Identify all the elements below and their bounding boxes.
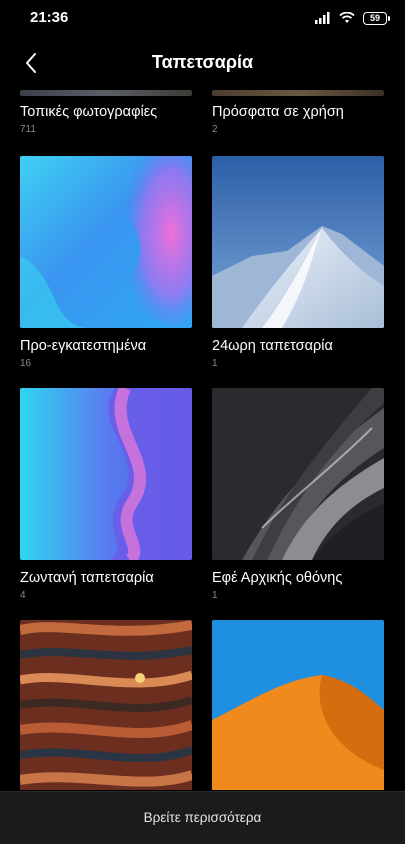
category-label: Προ-εγκατεστημένα	[20, 338, 147, 354]
category-home-screen-effects[interactable]: Εφέ Αρχικής οθόνης 1	[212, 388, 384, 602]
category-24h-wallpaper[interactable]: 24ωρη ταπετσαρία 1	[212, 156, 384, 370]
category-label: Ζωντανή ταπετσαρία	[20, 570, 154, 586]
preinstalled-thumbnail	[20, 156, 192, 328]
category-label: Εφέ Αρχικής οθόνης	[212, 570, 343, 586]
local-photos-thumbnail	[20, 90, 192, 96]
live-wallpaper-thumbnail	[20, 388, 192, 560]
category-count: 16	[20, 358, 32, 369]
category-label: Τοπικές φωτογραφίες	[20, 104, 158, 120]
category-count: 711	[20, 124, 36, 135]
header: Ταπετσαρία	[0, 36, 405, 90]
wifi-icon	[339, 12, 355, 23]
home-screen-effects-thumbnail	[212, 388, 384, 560]
category-live-wallpaper[interactable]: Ζωντανή ταπετσαρία 4	[20, 388, 192, 602]
wallpaper-item[interactable]	[212, 620, 384, 790]
wallpaper-thumbnail	[20, 620, 192, 790]
recently-used-thumbnail	[212, 90, 384, 96]
signal-icon	[315, 12, 330, 24]
category-preinstalled[interactable]: Προ-εγκατεστημένα 16	[20, 156, 192, 370]
status-bar: 21:36 59	[0, 0, 405, 36]
wallpaper-thumbnail	[212, 620, 384, 790]
24h-wallpaper-thumbnail	[212, 156, 384, 328]
footer-bar: Βρείτε περισσότερα	[0, 791, 405, 844]
category-count: 1	[212, 590, 218, 601]
page-title: Ταπετσαρία	[151, 52, 254, 72]
category-local-photos[interactable]: Τοπικές φωτογραφίες 711	[20, 90, 192, 138]
status-time: 21:36	[30, 9, 69, 26]
wallpaper-categories: Τοπικές φωτογραφίες 711 Πρόσφατα σε χρήσ…	[0, 90, 405, 790]
category-count: 1	[212, 358, 218, 369]
category-label: 24ωρη ταπετσαρία	[212, 338, 333, 354]
battery-icon: 59	[363, 11, 390, 25]
wallpaper-item[interactable]	[20, 620, 192, 790]
category-count: 2	[212, 124, 218, 135]
category-count: 4	[20, 590, 26, 601]
category-label: Πρόσφατα σε χρήση	[212, 104, 344, 120]
find-more-button[interactable]: Βρείτε περισσότερα	[0, 810, 405, 825]
status-icons: 59	[315, 10, 390, 26]
category-recently-used[interactable]: Πρόσφατα σε χρήση 2	[212, 90, 384, 138]
